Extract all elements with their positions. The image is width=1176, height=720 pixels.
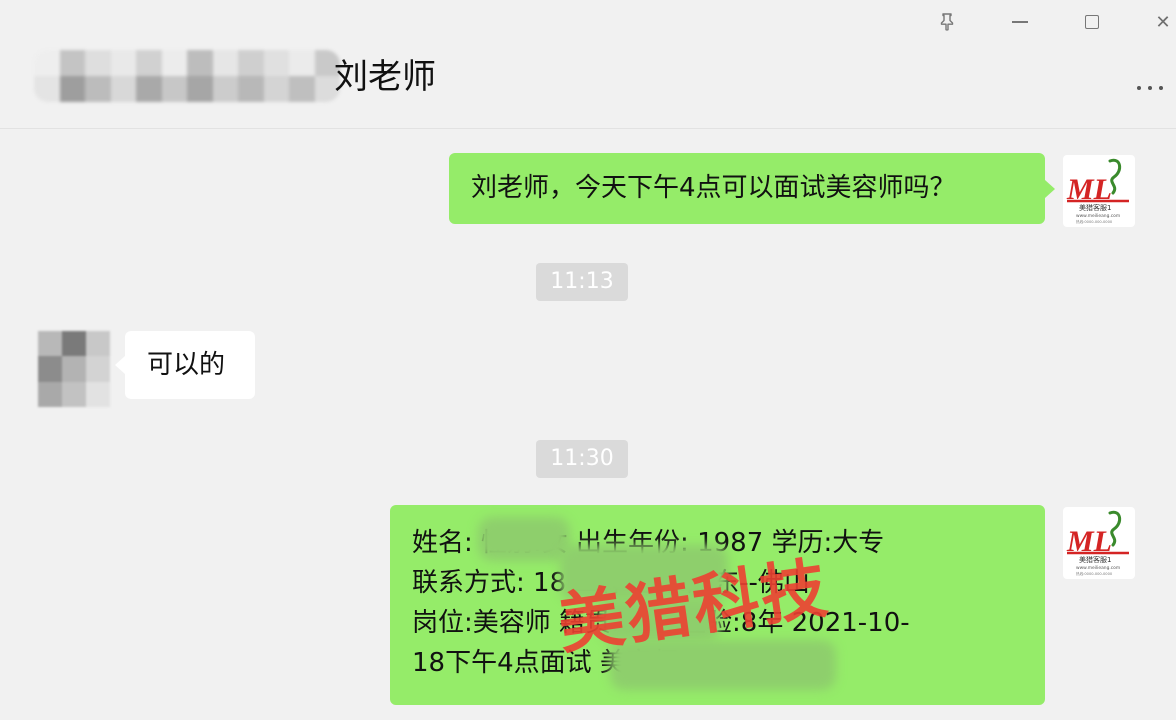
logo-caption: 美猎客服1 xyxy=(1079,555,1111,564)
chat-header: 刘老师 ✕ xyxy=(0,0,1176,129)
redacted-name xyxy=(478,517,570,561)
logo-url: www.meilieang.com xyxy=(1076,213,1120,219)
logo-small: 热线:0000-000-0000 xyxy=(1076,571,1113,576)
message-time: 11:13 xyxy=(536,263,628,301)
outgoing-message-bubble[interactable]: 刘老师，今天下午4点可以面试美容师吗？ xyxy=(449,153,1055,224)
pin-icon[interactable] xyxy=(929,4,965,40)
chat-title: 刘老师 xyxy=(334,57,436,97)
close-icon[interactable]: ✕ xyxy=(1145,4,1176,40)
logo-url: www.meilieang.com xyxy=(1076,565,1120,571)
more-dots-icon[interactable] xyxy=(1126,80,1174,96)
my-avatar[interactable]: ML 美猎客服1 www.meilieang.com 热线:0000-000-0… xyxy=(1063,507,1135,579)
my-avatar[interactable]: ML 美猎客服1 www.meilieang.com 热线:0000-000-0… xyxy=(1063,155,1135,227)
message-text: 可以的 xyxy=(147,350,226,380)
incoming-message-bubble[interactable]: 可以的 xyxy=(115,331,255,399)
redacted-contact-name xyxy=(34,50,340,102)
message-text: 刘老师，今天下午4点可以面试美容师吗？ xyxy=(471,173,956,203)
logo-small: 热线:0000-000-0000 xyxy=(1076,219,1113,224)
contact-avatar[interactable] xyxy=(38,331,110,407)
minimize-icon[interactable] xyxy=(1002,4,1038,40)
message-time: 11:30 xyxy=(536,440,628,478)
logo-caption: 美猎客服1 xyxy=(1079,203,1111,212)
maximize-icon[interactable] xyxy=(1074,4,1110,40)
